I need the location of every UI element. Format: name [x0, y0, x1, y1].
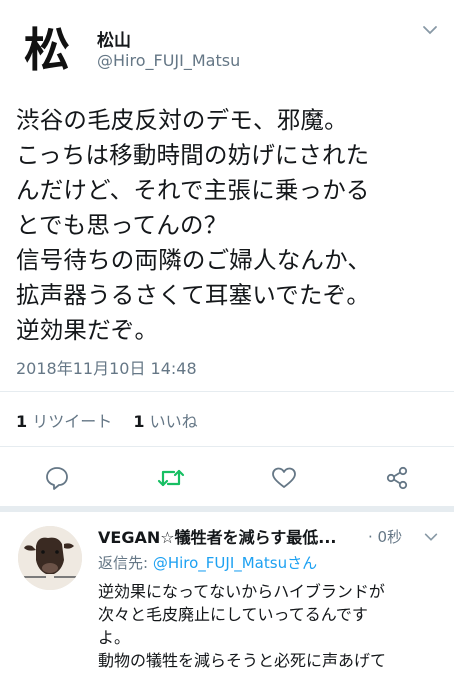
- retweet-stat[interactable]: 1 リツイート: [16, 412, 112, 431]
- reply-avatar[interactable]: [18, 526, 82, 590]
- user-handle[interactable]: @Hiro_FUJI_Matsu: [97, 51, 240, 70]
- cow-icon: [18, 526, 82, 590]
- tweet-stats: 1 リツイート 1 いいね: [16, 408, 214, 432]
- tweet-line: んだけど、それで主張に乗っかる: [16, 176, 370, 204]
- reply-line: 次々と毛皮廃止にしていってるんです: [98, 605, 368, 624]
- like-stat-label: いいね: [149, 412, 198, 431]
- retweet-stat-label: リツイート: [32, 412, 113, 431]
- divider: [0, 446, 454, 447]
- reply-text: 逆効果になってないからハイブランドが 次々と毛皮廃止にしていってるんです よ。 …: [98, 580, 448, 672]
- like-count: 1: [133, 412, 145, 431]
- action-bar: [0, 462, 454, 498]
- display-name[interactable]: 松山: [97, 26, 131, 51]
- reply-display-name[interactable]: VEGAN☆犠牲者を減らす最低...: [98, 524, 336, 548]
- reply-tweet[interactable]: VEGAN☆犠牲者を減らす最低... · 0秒 返信先: @Hiro_FUJI_…: [0, 512, 454, 684]
- reply-line: よ。: [98, 628, 131, 647]
- tweet-line: 信号待ちの両隣のご婦人なんか、: [16, 246, 372, 274]
- tweet-line: 拡声器うるさくて耳塞いでたぞ。: [16, 281, 371, 309]
- tweet-line: こっちは移動時間の妨げにされた: [16, 141, 370, 169]
- share-icon: [386, 466, 408, 490]
- heart-icon: [272, 467, 296, 488]
- comment-icon: [46, 467, 68, 490]
- chevron-down-icon[interactable]: [422, 528, 440, 546]
- user-avatar[interactable]: 松: [14, 14, 80, 80]
- reply-line: 動物の犠牲を減らそうと必死に声あげて: [98, 651, 387, 670]
- share-button[interactable]: [381, 462, 413, 494]
- chevron-down-icon[interactable]: [420, 20, 440, 40]
- retweet-button[interactable]: [155, 462, 187, 494]
- tweet-line: とでも思ってんの？: [16, 211, 228, 239]
- reply-time: · 0秒: [368, 528, 403, 546]
- reply-mention-link[interactable]: @Hiro_FUJI_Matsuさん: [153, 554, 317, 572]
- reply-button[interactable]: [41, 462, 73, 494]
- retweet-count: 1: [16, 412, 28, 431]
- reply-line: 逆効果になってないからハイブランドが: [98, 582, 385, 601]
- tweet-line: 逆効果だぞ。: [16, 316, 159, 344]
- tweet-line: 渋谷の毛皮反対のデモ、邪魔。: [16, 106, 348, 134]
- tweet-text: 渋谷の毛皮反対のデモ、邪魔。 こっちは移動時間の妨げにされた んだけど、それで主…: [16, 103, 444, 348]
- retweet-icon: [157, 469, 185, 487]
- like-stat[interactable]: 1 いいね: [133, 412, 197, 431]
- tweet: 松 松山 @Hiro_FUJI_Matsu 渋谷の毛皮反対のデモ、邪魔。 こっち…: [0, 0, 454, 510]
- divider: [0, 391, 454, 392]
- reply-to-label: 返信先:: [98, 554, 153, 572]
- reply-to: 返信先: @Hiro_FUJI_Matsuさん: [98, 552, 317, 573]
- like-button[interactable]: [268, 462, 300, 494]
- tweet-timestamp: 2018年11月10日 14:48: [16, 359, 197, 378]
